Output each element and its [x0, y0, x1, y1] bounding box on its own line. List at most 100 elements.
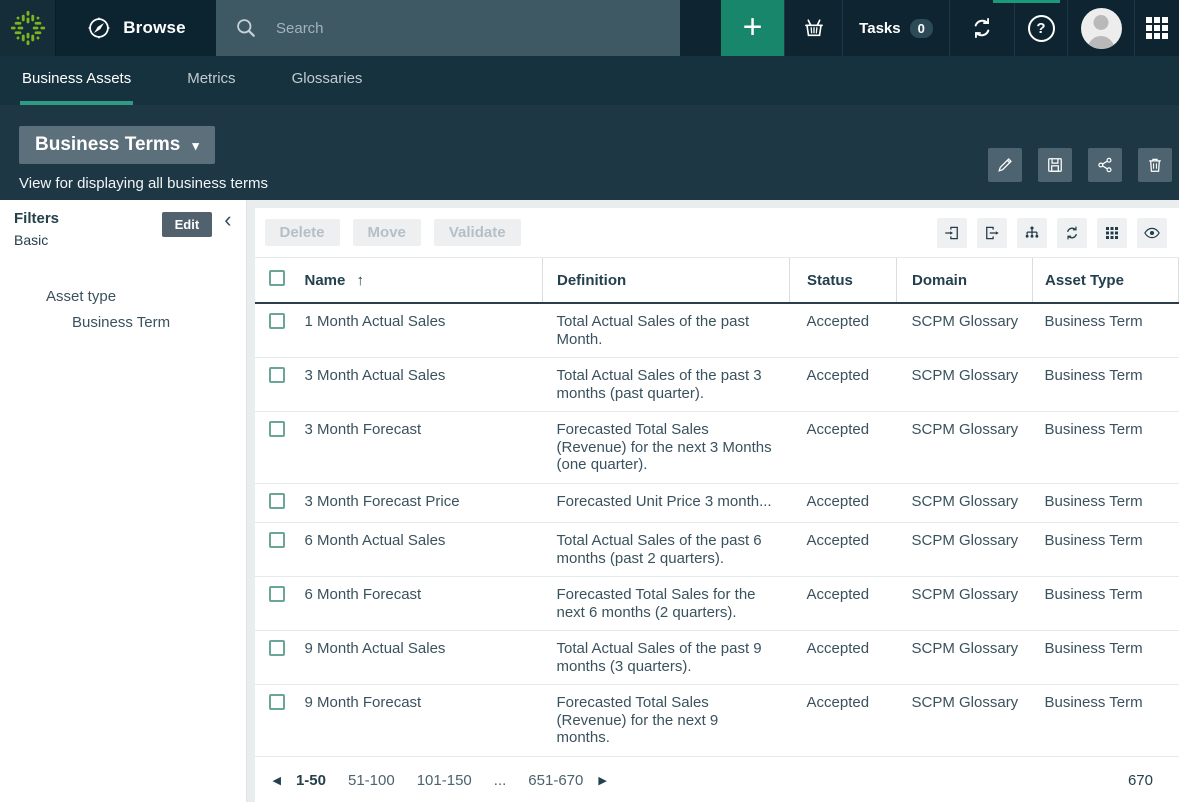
page-range-current[interactable]: 1-50 — [296, 772, 326, 789]
column-header-domain[interactable]: Domain — [897, 258, 1033, 303]
save-icon — [1045, 155, 1065, 175]
hierarchy-button[interactable] — [1017, 218, 1047, 248]
page-range[interactable]: 101-150 — [417, 772, 472, 789]
row-checkbox[interactable] — [269, 421, 285, 437]
cell-asset-type: Business Term — [1033, 358, 1179, 412]
delete-button[interactable]: Delete — [265, 219, 340, 246]
search-input[interactable] — [276, 20, 596, 37]
refresh-icon — [1063, 224, 1081, 242]
sort-asc-icon: ↑ — [357, 272, 365, 289]
filter-group-label: Asset type — [14, 288, 234, 305]
cell-definition: Total Actual Sales of the past Month. — [543, 303, 790, 358]
validate-button[interactable]: Validate — [434, 219, 521, 246]
data-basket-button[interactable] — [784, 0, 842, 56]
activities-button[interactable] — [949, 0, 1014, 56]
create-asset-button[interactable]: + — [721, 0, 784, 56]
column-label: Definition — [557, 272, 626, 289]
basket-icon — [801, 15, 827, 41]
compass-icon — [86, 15, 112, 41]
save-view-button[interactable] — [1038, 148, 1072, 182]
cell-name: 1 Month Actual Sales — [300, 303, 543, 358]
cell-domain: SCPM Glossary — [897, 303, 1033, 358]
tab-business-assets[interactable]: Business Assets — [20, 56, 133, 105]
collapse-panel-icon[interactable]: ‹ — [224, 210, 231, 230]
cell-status: Accepted — [790, 577, 897, 631]
table-row[interactable]: 1 Month Actual Sales Total Actual Sales … — [255, 303, 1179, 358]
tab-metrics[interactable]: Metrics — [185, 56, 237, 105]
column-header-status[interactable]: Status — [790, 258, 897, 303]
import-icon — [943, 224, 961, 242]
column-header-asset-type[interactable]: Asset Type — [1033, 258, 1179, 303]
next-page-icon[interactable]: ▶ — [594, 774, 610, 787]
table-row[interactable]: 3 Month Forecast Forecasted Total Sales … — [255, 412, 1179, 484]
hierarchy-icon — [1023, 224, 1041, 242]
content-area: Delete Move Validate — [255, 200, 1179, 802]
pagination: ◀ 1-50 51-100 101-150 ... 651-670 ▶ 670 — [255, 758, 1179, 802]
edit-filters-button[interactable]: Edit — [162, 212, 213, 237]
apps-grid-icon — [1146, 17, 1168, 39]
view-actions — [988, 148, 1172, 182]
delete-view-button[interactable] — [1138, 148, 1172, 182]
filters-mode-label: Basic — [14, 232, 162, 248]
grid-view-button[interactable] — [1097, 218, 1127, 248]
table-toolbar: Delete Move Validate — [255, 208, 1179, 258]
tab-glossaries[interactable]: Glossaries — [290, 56, 365, 105]
tab-label: Glossaries — [292, 70, 363, 87]
app-logo[interactable] — [0, 0, 56, 56]
cell-status: Accepted — [790, 412, 897, 484]
eye-icon — [1143, 224, 1161, 242]
help-icon: ? — [1028, 15, 1055, 42]
row-checkbox[interactable] — [269, 367, 285, 383]
view-selector-button[interactable]: Business Terms ▾ — [19, 126, 215, 164]
refresh-button[interactable] — [1057, 218, 1087, 248]
table-row[interactable]: 9 Month Forecast Forecasted Total Sales … — [255, 685, 1179, 757]
grid-icon — [1103, 224, 1121, 242]
move-button[interactable]: Move — [353, 219, 421, 246]
row-checkbox[interactable] — [269, 532, 285, 548]
table-row[interactable]: 9 Month Actual Sales Total Actual Sales … — [255, 631, 1179, 685]
view-header: Business Terms ▾ View for displaying all… — [0, 105, 1179, 200]
tasks-button[interactable]: Tasks 0 — [842, 0, 949, 56]
page-range[interactable]: 51-100 — [348, 772, 395, 789]
filter-group-asset-type: Asset type Business Term — [14, 288, 234, 331]
row-checkbox[interactable] — [269, 586, 285, 602]
column-header-name[interactable]: Name ↑ — [300, 258, 543, 303]
edit-view-button[interactable] — [988, 148, 1022, 182]
help-button[interactable]: ? — [1014, 0, 1067, 56]
row-checkbox[interactable] — [269, 694, 285, 710]
export-button[interactable] — [977, 218, 1007, 248]
share-view-button[interactable] — [1088, 148, 1122, 182]
row-checkbox[interactable] — [269, 493, 285, 509]
global-search[interactable] — [216, 0, 680, 56]
visibility-button[interactable] — [1137, 218, 1167, 248]
filters-title: Filters — [14, 210, 162, 227]
table-row[interactable]: 3 Month Actual Sales Total Actual Sales … — [255, 358, 1179, 412]
table-row[interactable]: 6 Month Forecast Forecasted Total Sales … — [255, 577, 1179, 631]
column-header-definition[interactable]: Definition — [543, 258, 790, 303]
cell-name: 3 Month Actual Sales — [300, 358, 543, 412]
page-range[interactable]: 651-670 — [528, 772, 583, 789]
row-checkbox[interactable] — [269, 313, 285, 329]
table-row[interactable]: 3 Month Forecast Price Forecasted Unit P… — [255, 483, 1179, 523]
filter-group-value[interactable]: Business Term — [14, 314, 234, 331]
loading-indicator — [993, 0, 1060, 3]
column-label: Name — [305, 272, 346, 289]
apps-menu-button[interactable] — [1134, 0, 1179, 56]
sync-icon — [969, 15, 995, 41]
cell-status: Accepted — [790, 358, 897, 412]
cell-name: 9 Month Actual Sales — [300, 631, 543, 685]
cell-definition: Forecasted Unit Price 3 month... — [543, 483, 790, 523]
section-tabs: Business Assets Metrics Glossaries — [0, 56, 1179, 105]
prev-page-icon[interactable]: ◀ — [269, 774, 285, 787]
cell-domain: SCPM Glossary — [897, 631, 1033, 685]
row-checkbox[interactable] — [269, 640, 285, 656]
cell-asset-type: Business Term — [1033, 685, 1179, 757]
collibra-logo-icon — [9, 9, 47, 47]
user-menu-button[interactable] — [1067, 0, 1134, 56]
table-row[interactable]: 6 Month Actual Sales Total Actual Sales … — [255, 523, 1179, 577]
browse-button[interactable]: Browse — [56, 0, 216, 56]
import-button[interactable] — [937, 218, 967, 248]
select-all-checkbox[interactable] — [269, 270, 285, 286]
cell-status: Accepted — [790, 685, 897, 757]
column-label: Asset Type — [1045, 272, 1124, 289]
